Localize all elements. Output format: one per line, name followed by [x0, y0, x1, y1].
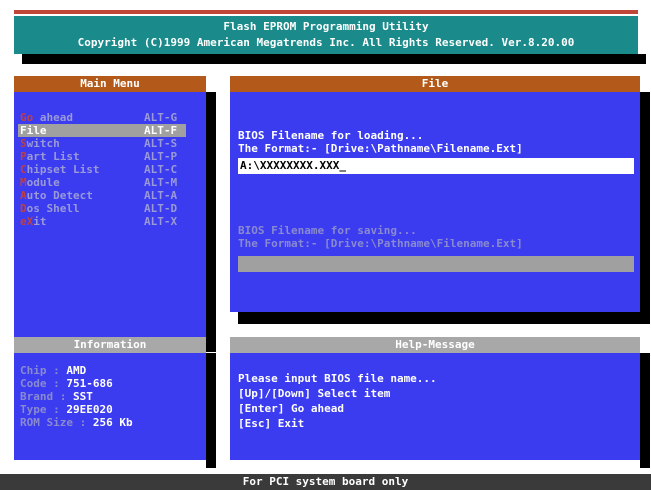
menu-shadow-right: [206, 92, 216, 352]
menu-item-label: witch: [26, 137, 60, 150]
menu-item-label: ile: [26, 124, 47, 137]
menu-item-go-ahead[interactable]: Go ahead ALT-G: [18, 111, 186, 124]
info-value: AMD: [66, 364, 87, 377]
menu-item-label: odule: [26, 176, 60, 189]
file-panel-header: File: [230, 76, 640, 92]
information-header: Information: [14, 337, 206, 353]
menu-item-exit[interactable]: eXit ALT-X: [18, 215, 186, 228]
title-bar: Flash EPROM Programming Utility Copyrigh…: [14, 16, 638, 54]
menu-item-label: uto Detect: [26, 189, 93, 202]
menu-hotkey-letter: S: [20, 137, 27, 150]
save-format-hint: The Format:- [Drive:\Pathname\Filename.E…: [238, 237, 523, 250]
save-filename-input[interactable]: [238, 256, 634, 272]
menu-item-switch[interactable]: Switch ALT-S: [18, 137, 186, 150]
info-type: Type : 29EE020: [20, 403, 113, 416]
menu-hotkey-letter: Go: [20, 111, 34, 124]
status-bar: For PCI system board only: [0, 474, 651, 490]
menu-shortcut: ALT-D: [144, 202, 178, 215]
file-shadow-right: [640, 92, 650, 324]
menu-hotkey-letter: eX: [20, 215, 34, 228]
menu-shortcut: ALT-G: [144, 111, 178, 124]
info-shadow-right: [206, 353, 216, 468]
menu-hotkey-letter: P: [20, 150, 27, 163]
info-key: ROM Size :: [20, 416, 93, 429]
info-key: Type :: [20, 403, 67, 416]
menu-item-label: hipset List: [26, 163, 100, 176]
save-filename-label: BIOS Filename for saving...: [238, 224, 417, 237]
menu-shortcut: ALT-A: [144, 189, 178, 202]
info-value: 751-686: [66, 377, 113, 390]
menu-shortcut: ALT-S: [144, 137, 178, 150]
main-menu-header: Main Menu: [14, 76, 206, 92]
top-accent-line: [14, 10, 638, 14]
help-message-panel: Help-Message Please input BIOS file name…: [230, 337, 640, 460]
menu-item-module[interactable]: Module ALT-M: [18, 176, 186, 189]
info-code: Code : 751-686: [20, 377, 113, 390]
load-filename-input[interactable]: A:\XXXXXXXX.XXX_: [238, 158, 634, 174]
menu-hotkey-letter: C: [20, 163, 27, 176]
menu-item-chipset-list[interactable]: Chipset List ALT-C: [18, 163, 186, 176]
info-key: Code :: [20, 377, 67, 390]
info-brand: Brand : SST: [20, 390, 93, 403]
title-shadow: [22, 54, 646, 64]
load-filename-label: BIOS Filename for loading...: [238, 129, 424, 142]
help-line: [Up]/[Down] Select item: [238, 387, 391, 400]
info-value: SST: [72, 390, 93, 403]
help-line: [Esc] Exit: [238, 417, 305, 430]
main-menu-panel: Main Menu Go ahead ALT-G File ALT-F Swit…: [14, 76, 206, 340]
load-format-hint: The Format:- [Drive:\Pathname\Filename.E…: [238, 142, 523, 155]
menu-shortcut: ALT-X: [144, 215, 178, 228]
menu-item-file[interactable]: File ALT-F: [18, 124, 186, 137]
menu-item-label: it: [33, 215, 47, 228]
menu-hotkey-letter: A: [20, 189, 27, 202]
menu-hotkey-letter: D: [20, 202, 27, 215]
help-line: [Enter] Go ahead: [238, 402, 344, 415]
menu-hotkey-letter: M: [20, 176, 27, 189]
info-rom-size: ROM Size : 256 Kb: [20, 416, 133, 429]
help-shadow-right: [640, 353, 650, 468]
menu-item-label: os Shell: [26, 202, 80, 215]
copyright-text: Copyright (C)1999 American Megatrends In…: [77, 36, 575, 49]
menu-shortcut: ALT-M: [144, 176, 178, 189]
file-shadow-bottom: [238, 312, 650, 324]
info-value: 29EE020: [66, 403, 113, 416]
menu-item-part-list[interactable]: Part List ALT-P: [18, 150, 186, 163]
file-panel: File BIOS Filename for loading... The Fo…: [230, 76, 640, 312]
menu-shortcut: ALT-P: [144, 150, 178, 163]
help-message-header: Help-Message: [230, 337, 640, 353]
info-key: Brand :: [20, 390, 73, 403]
information-panel: Information Chip : AMD Code : 751-686 Br…: [14, 337, 206, 460]
info-value: 256 Kb: [92, 416, 133, 429]
menu-item-label: art List: [26, 150, 80, 163]
flash-utility-screen: Flash EPROM Programming Utility Copyrigh…: [0, 0, 651, 490]
menu-item-dos-shell[interactable]: Dos Shell ALT-D: [18, 202, 186, 215]
menu-item-auto-detect[interactable]: Auto Detect ALT-A: [18, 189, 186, 202]
info-key: Chip :: [20, 364, 67, 377]
info-chip: Chip : AMD: [20, 364, 86, 377]
app-title: Flash EPROM Programming Utility: [223, 20, 429, 33]
help-line: Please input BIOS file name...: [238, 372, 437, 385]
menu-shortcut: ALT-C: [144, 163, 178, 176]
menu-item-label: ahead: [33, 111, 73, 124]
menu-hotkey-letter: F: [20, 124, 27, 137]
menu-shortcut: ALT-F: [144, 124, 178, 137]
